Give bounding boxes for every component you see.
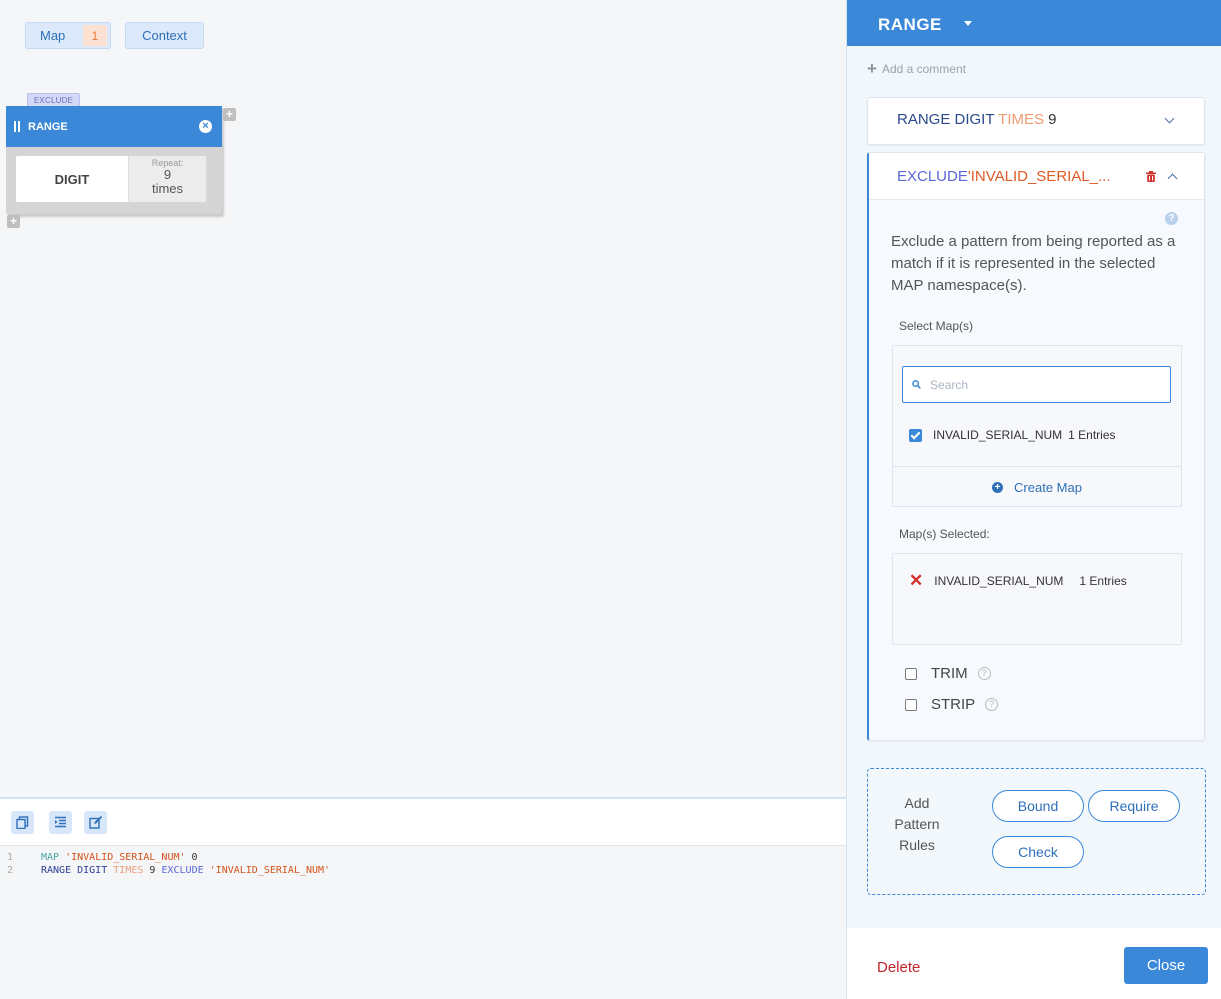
- exclude-description: Exclude a pattern from being reported as…: [891, 233, 1176, 294]
- range-section-header[interactable]: RANGE DIGIT TIMES 9: [867, 97, 1205, 145]
- exclude-map-name: 'INVALID_SERIAL_...: [967, 168, 1111, 185]
- code-token: 9: [149, 865, 156, 876]
- code-token: 0: [191, 852, 198, 863]
- maps-selected-label: Map(s) Selected:: [899, 527, 990, 541]
- search-input[interactable]: [930, 375, 1160, 395]
- remove-block-icon[interactable]: ×: [199, 120, 212, 133]
- add-below-icon[interactable]: +: [7, 215, 20, 228]
- help-icon[interactable]: ?: [1165, 212, 1178, 225]
- chevron-up-icon[interactable]: [1167, 173, 1178, 184]
- close-button[interactable]: Close: [1124, 947, 1208, 984]
- selected-map-name: INVALID_SERIAL_NUM: [934, 574, 1064, 588]
- format-button[interactable]: [49, 811, 72, 834]
- pattern-canvas[interactable]: Map 1 Context EXCLUDE RANGE × DIGIT Repe…: [0, 0, 846, 797]
- check-button[interactable]: Check: [992, 836, 1084, 868]
- question-icon[interactable]: ?: [985, 698, 999, 711]
- exclude-section: EXCLUDE'INVALID_SERIAL_... ? Exclude a p…: [867, 152, 1205, 741]
- code-token: 'INVALID_SERIAL_NUM': [209, 865, 331, 876]
- exclude-tag[interactable]: EXCLUDE: [27, 93, 80, 107]
- map-option-checkbox[interactable]: [909, 428, 922, 442]
- times-value: 9: [1048, 111, 1057, 128]
- digit-token[interactable]: DIGIT Repeat: 9 times: [16, 156, 206, 202]
- code-token: MAP: [41, 852, 60, 863]
- select-maps-label: Select Map(s): [899, 319, 974, 333]
- map-tab-button[interactable]: Map 1: [25, 22, 111, 49]
- require-button[interactable]: Require: [1088, 790, 1180, 822]
- panel-title: RANGE: [878, 15, 942, 34]
- add-comment-link[interactable]: + Add a comment: [867, 59, 966, 78]
- selected-map-entries: 1 Entries: [1079, 574, 1127, 588]
- repeat-value: 9: [163, 167, 172, 182]
- map-option[interactable]: INVALID_SERIAL_NUM 1 Entries: [909, 428, 1116, 442]
- strip-option[interactable]: STRIP ?: [905, 696, 999, 713]
- strip-checkbox[interactable]: [905, 698, 917, 711]
- code-content[interactable]: 1 MAP 'INVALID_SERIAL_NUM' 0 2 RANGE DIG…: [0, 851, 330, 877]
- range-section-title: RANGE DIGIT TIMES 9: [897, 111, 1057, 128]
- map-option-entries: 1 Entries: [1068, 428, 1116, 442]
- map-selector: INVALID_SERIAL_NUM 1 Entries + Create Ma…: [892, 345, 1182, 507]
- copy-icon: [16, 816, 29, 829]
- caret-down-icon[interactable]: [964, 21, 972, 26]
- edit-icon: [89, 816, 102, 829]
- code-line: 1 MAP 'INVALID_SERIAL_NUM' 0: [0, 851, 330, 864]
- selected-maps-list: ✕ INVALID_SERIAL_NUM 1 Entries: [892, 553, 1182, 645]
- digit-label: DIGIT: [54, 171, 90, 187]
- plus-icon: +: [867, 59, 877, 78]
- exclude-section-header[interactable]: EXCLUDE'INVALID_SERIAL_...: [869, 153, 1204, 200]
- code-token: RANGE DIGIT: [41, 865, 108, 876]
- drag-handle-icon[interactable]: [14, 121, 21, 132]
- strip-label: STRIP: [931, 696, 976, 713]
- trash-icon[interactable]: [1146, 171, 1156, 182]
- line-number: 1: [7, 852, 14, 863]
- code-editor[interactable]: 1 MAP 'INVALID_SERIAL_NUM' 0 2 RANGE DIG…: [0, 797, 846, 999]
- range-block[interactable]: RANGE × DIGIT Repeat: 9 times: [6, 106, 222, 214]
- create-map-label: Create Map: [1014, 479, 1082, 495]
- context-tab-button[interactable]: Context: [125, 22, 204, 49]
- code-line: 2 RANGE DIGIT TIMES 9 EXCLUDE 'INVALID_S…: [0, 864, 330, 877]
- selected-map-item: ✕ INVALID_SERIAL_NUM 1 Entries: [909, 572, 1127, 589]
- map-tab-label: Map: [40, 28, 66, 43]
- map-count-badge: 1: [83, 25, 107, 46]
- editor-toolbar: [0, 799, 846, 846]
- code-token: 'INVALID_SERIAL_NUM': [65, 852, 186, 863]
- search-icon: [912, 380, 921, 389]
- trim-option[interactable]: TRIM ?: [905, 665, 991, 682]
- panel-header[interactable]: RANGE: [847, 0, 1221, 46]
- code-token: EXCLUDE: [161, 865, 204, 876]
- pattern-rules-label: Add Pattern Rules: [894, 795, 940, 853]
- delete-button[interactable]: Delete: [877, 959, 920, 976]
- map-option-name: INVALID_SERIAL_NUM: [933, 428, 1063, 442]
- range-keyword: RANGE DIGIT: [897, 111, 995, 128]
- copy-button[interactable]: [11, 811, 34, 834]
- edit-button[interactable]: [84, 811, 107, 834]
- exclude-section-title: EXCLUDE'INVALID_SERIAL_...: [897, 168, 1111, 185]
- line-number: 2: [7, 865, 14, 876]
- create-map-button[interactable]: + Create Map: [893, 466, 1181, 507]
- code-token: TIMES: [113, 865, 144, 876]
- bound-button[interactable]: Bound: [992, 790, 1084, 822]
- add-comment-label: Add a comment: [881, 62, 966, 76]
- repeat-box[interactable]: Repeat: 9 times: [128, 156, 206, 202]
- properties-panel: RANGE + Add a comment RANGE DIGIT TIMES …: [846, 0, 1221, 999]
- remove-map-icon[interactable]: ✕: [909, 572, 923, 589]
- indent-icon: [55, 816, 66, 828]
- question-icon[interactable]: ?: [977, 667, 991, 680]
- exclude-keyword: EXCLUDE: [897, 168, 968, 185]
- repeat-unit: times: [151, 181, 184, 196]
- range-block-title: RANGE: [28, 121, 68, 133]
- panel-footer: Delete Close: [847, 928, 1221, 999]
- add-pattern-rules: Add Pattern Rules Bound Require Check: [867, 768, 1206, 895]
- range-block-header[interactable]: RANGE ×: [6, 106, 222, 147]
- add-right-icon[interactable]: +: [223, 108, 236, 121]
- chevron-down-icon[interactable]: [1164, 113, 1175, 124]
- trim-label: TRIM: [931, 665, 968, 682]
- trim-checkbox[interactable]: [905, 667, 917, 680]
- search-field[interactable]: [902, 366, 1171, 403]
- plus-circle-icon: +: [992, 481, 1004, 493]
- times-keyword: TIMES: [998, 111, 1044, 128]
